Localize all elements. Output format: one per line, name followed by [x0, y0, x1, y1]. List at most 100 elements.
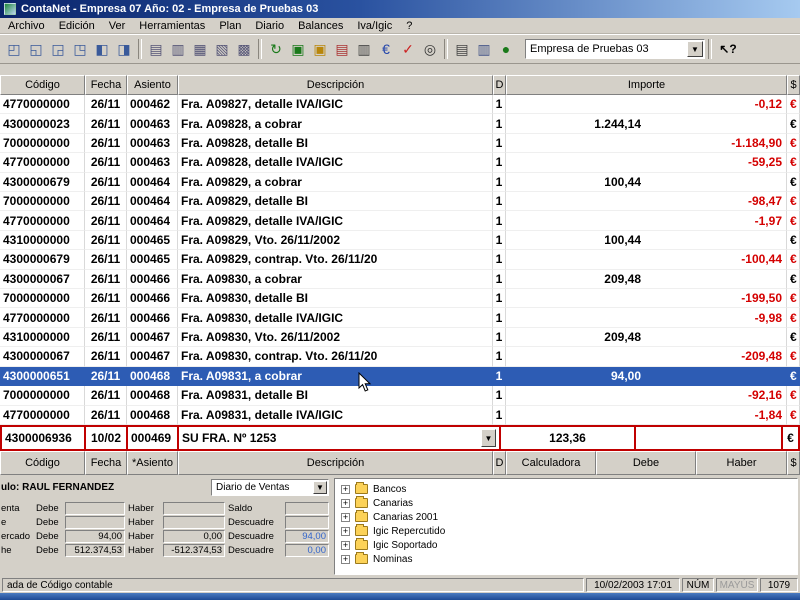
euro-button[interactable]: €	[375, 38, 397, 60]
column-header-asiento[interactable]: Asiento	[127, 75, 178, 95]
row-fecha: 26/11	[85, 270, 127, 289]
row-currency: €	[787, 367, 800, 386]
menu-item-balances[interactable]: Balances	[291, 19, 350, 33]
edit-importe-field[interactable]: 123,36	[501, 427, 636, 449]
row-haber: -1,97	[641, 214, 786, 228]
edit-codigo-field[interactable]: 4300006936	[2, 427, 86, 449]
tree-item-igicsoportado[interactable]: +Igic Soportado	[341, 538, 797, 552]
row-d: 1	[493, 347, 506, 366]
menu-item-?[interactable]: ?	[399, 19, 419, 33]
table-row[interactable]: 430000067926/11000465Fra. A09829, contra…	[0, 250, 800, 269]
table-row[interactable]: 430000065126/11000468Fra. A09831, a cobr…	[0, 367, 800, 386]
footer-header-fecha[interactable]: Fecha	[85, 451, 127, 475]
check-button[interactable]: ✓	[397, 38, 419, 60]
row-importe: 1.244,14	[506, 114, 787, 133]
print-preview-button[interactable]: ▥	[473, 38, 495, 60]
table-row[interactable]: 430000006726/11000466Fra. A09830, a cobr…	[0, 270, 800, 289]
new-window-button[interactable]: ◰	[3, 38, 25, 60]
table-row[interactable]: 431000000026/11000465Fra. A09829, Vto. 2…	[0, 231, 800, 250]
menu-item-ivaigic[interactable]: Iva/Igic	[350, 19, 399, 33]
row-debe: 100,44	[506, 175, 641, 189]
money-bag-button[interactable]: ●	[495, 38, 517, 60]
entries-table-button[interactable]: ▤	[145, 38, 167, 60]
table-row[interactable]: 431000000026/11000467Fra. A09830, Vto. 2…	[0, 328, 800, 347]
calendar-button[interactable]: ▧	[211, 38, 233, 60]
tree-item-igicrepercutido[interactable]: +Igic Repercutido	[341, 524, 797, 538]
column-header-descripcin[interactable]: Descripción	[178, 75, 493, 95]
printer-button[interactable]: ▤	[451, 38, 473, 60]
row-asiento: 000463	[127, 114, 178, 133]
menu-item-diario[interactable]: Diario	[248, 19, 291, 33]
footer-header-calculadora[interactable]: Calculadora	[506, 451, 596, 475]
summary-debe-label: Debe	[36, 517, 62, 528]
accounts-table-button[interactable]: ▥	[167, 38, 189, 60]
tree-item-nominas[interactable]: +Nominas	[341, 552, 797, 566]
footer-header-$[interactable]: $	[787, 451, 800, 475]
summary-debe-label: Debe	[36, 531, 62, 542]
balances-grid-button[interactable]: ▩	[233, 38, 255, 60]
table-row[interactable]: 700000000026/11000464Fra. A09829, detall…	[0, 192, 800, 211]
menu-item-archivo[interactable]: Archivo	[1, 19, 52, 33]
table-row[interactable]: 477000000026/11000466Fra. A09830, detall…	[0, 308, 800, 327]
grid-button[interactable]: ▦	[189, 38, 211, 60]
company-select[interactable]: Empresa de Pruebas 03 ▼	[525, 39, 705, 59]
chevron-down-icon[interactable]: ▼	[313, 481, 327, 494]
expand-plus-icon[interactable]: +	[341, 527, 350, 536]
edit-fecha-field[interactable]: 10/02	[86, 427, 128, 449]
footer-header-cdigo[interactable]: Código	[0, 451, 85, 475]
edit-descripcion-field[interactable]: SU FRA. Nº 1253 ▼	[179, 427, 501, 449]
expand-plus-icon[interactable]: +	[341, 541, 350, 550]
table-row[interactable]: 700000000026/11000463Fra. A09828, detall…	[0, 134, 800, 153]
expand-plus-icon[interactable]: +	[341, 499, 350, 508]
column-header-$[interactable]: $	[787, 75, 800, 95]
expand-plus-icon[interactable]: +	[341, 485, 350, 494]
context-help-icon[interactable]: ↖?	[715, 38, 741, 60]
chevron-down-icon[interactable]: ▼	[687, 41, 703, 57]
edit-asiento-field[interactable]: 000469	[128, 427, 179, 449]
expand-plus-icon[interactable]: +	[341, 555, 350, 564]
footer-header-debe[interactable]: Debe	[596, 451, 696, 475]
tree-item-canarias2001[interactable]: +Canarias 2001	[341, 510, 797, 524]
tree-item-bancos[interactable]: +Bancos	[341, 482, 797, 496]
sales-journal-button[interactable]: ▣	[287, 38, 309, 60]
table-row[interactable]: 477000000026/11000468Fra. A09831, detall…	[0, 406, 800, 425]
search-button[interactable]: ◎	[419, 38, 441, 60]
footer-header-descripcin[interactable]: Descripción	[178, 451, 493, 475]
column-header-d[interactable]: D	[493, 75, 506, 95]
menu-item-herramientas[interactable]: Herramientas	[132, 19, 212, 33]
table-row[interactable]: 700000000026/11000466Fra. A09830, detall…	[0, 289, 800, 308]
menu-item-plan[interactable]: Plan	[212, 19, 248, 33]
table-row[interactable]: 700000000026/11000468Fra. A09831, detall…	[0, 386, 800, 405]
menu-item-ver[interactable]: Ver	[102, 19, 133, 33]
cascade-windows-button[interactable]: ◳	[69, 38, 91, 60]
table-row[interactable]: 430000006726/11000467Fra. A09830, contra…	[0, 347, 800, 366]
tile-windows-button[interactable]: ◲	[47, 38, 69, 60]
column-header-importe[interactable]: Importe	[506, 75, 787, 95]
summary-row-label: enta	[1, 503, 33, 514]
tree-item-canarias[interactable]: +Canarias	[341, 496, 797, 510]
printer-coins-button[interactable]: ▥	[353, 38, 375, 60]
table-row[interactable]: 430000067926/11000464Fra. A09829, a cobr…	[0, 173, 800, 192]
table-row[interactable]: 477000000026/11000463Fra. A09828, detall…	[0, 153, 800, 172]
table-row[interactable]: 430000002326/11000463Fra. A09828, a cobr…	[0, 114, 800, 133]
table-row[interactable]: 477000000026/11000462Fra. A09827, detall…	[0, 95, 800, 114]
invoices-button[interactable]: ▤	[331, 38, 353, 60]
journal-select[interactable]: Diario de Ventas ▼	[211, 479, 329, 496]
footer-header-d[interactable]: D	[493, 451, 506, 475]
footer-header-asiento[interactable]: *Asiento	[127, 451, 178, 475]
column-header-cdigo[interactable]: Código	[0, 75, 85, 95]
open-window-button[interactable]: ◱	[25, 38, 47, 60]
refresh-button[interactable]: ↻	[265, 38, 287, 60]
row-haber: -100,44	[641, 252, 786, 266]
table-row[interactable]: 477000000026/11000464Fra. A09829, detall…	[0, 211, 800, 230]
footer-header-haber[interactable]: Haber	[696, 451, 787, 475]
menu-item-edicin[interactable]: Edición	[52, 19, 102, 33]
column-header-fecha[interactable]: Fecha	[85, 75, 127, 95]
split-vertical-button[interactable]: ◧	[91, 38, 113, 60]
split-horizontal-button[interactable]: ◨	[113, 38, 135, 60]
description-dropdown-icon[interactable]: ▼	[481, 429, 496, 447]
ledger-book-button[interactable]: ▣	[309, 38, 331, 60]
row-descripcion: Fra. A09831, detalle BI	[178, 386, 493, 405]
edit-haber-field[interactable]	[636, 427, 783, 449]
expand-plus-icon[interactable]: +	[341, 513, 350, 522]
